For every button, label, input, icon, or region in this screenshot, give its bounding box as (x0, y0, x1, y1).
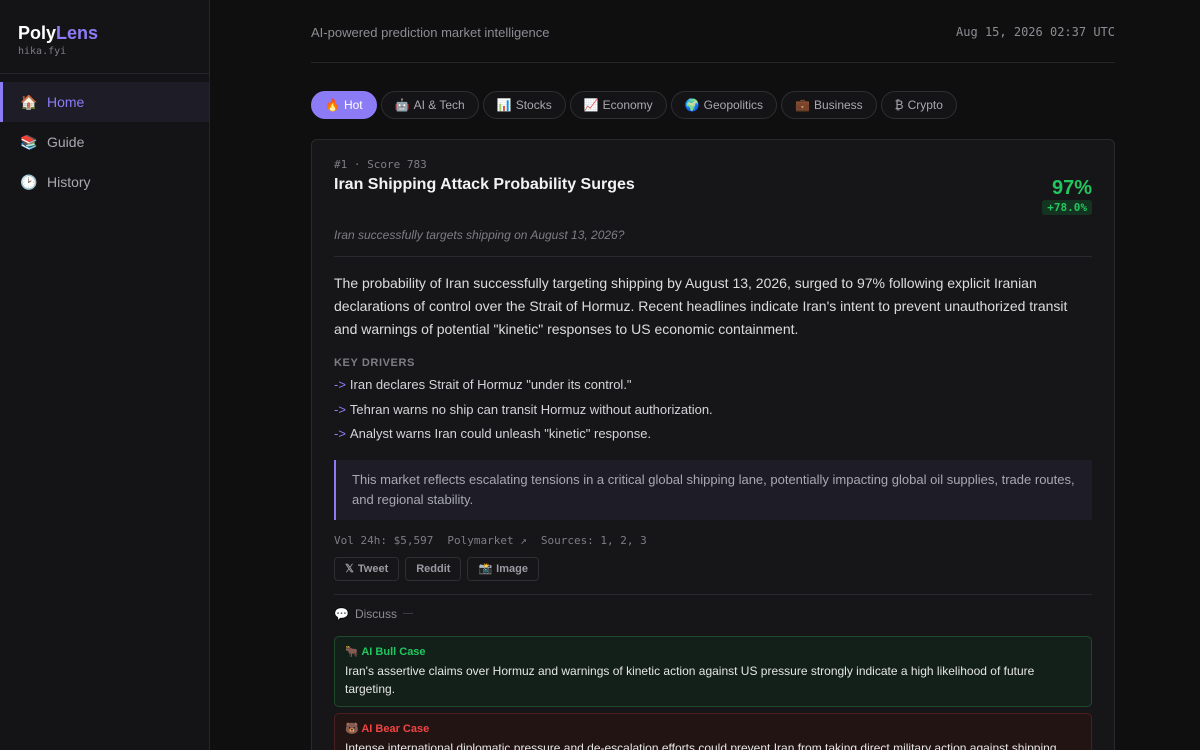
brand-logo[interactable]: PolyLens (18, 22, 191, 44)
arrow-icon: -> (334, 401, 346, 417)
tab-label: Hot (343, 98, 363, 112)
bull-case-title: 🐂 AI Bull Case (345, 645, 1081, 658)
tab-label: Stocks (515, 98, 552, 112)
brand-domain: hika.fyi (18, 46, 67, 57)
sidebar-item-history[interactable]: 🕑 History (0, 162, 209, 202)
bar-chart-icon: 📊 (496, 98, 512, 112)
brand-lens: Lens (56, 23, 99, 43)
market-summary: The probability of Iran successfully tar… (334, 275, 1068, 337)
trending-up-icon: 📈 (583, 98, 599, 112)
image-button[interactable]: 📸 Image (467, 556, 539, 581)
list-item: -> Iran declares Strait of Hormuz "under … (334, 373, 1092, 398)
sidebar-item-label: Home (47, 94, 85, 110)
context-quote: This market reflects escalating tensions… (334, 459, 1092, 520)
list-item: -> Tehran warns no ship can transit Hormu… (334, 398, 1092, 423)
button-label: Tweet (357, 562, 389, 575)
button-label: Image (496, 562, 528, 575)
tab-crypto[interactable]: ₿ Crypto (880, 91, 957, 119)
tab-label: Business (813, 98, 863, 112)
probability-delta-badge: +78.0% (1042, 200, 1092, 215)
bear-case-label: AI Bear Case (361, 722, 430, 735)
list-item: -> Analyst warns Iran could unleash "kine… (334, 422, 1092, 447)
sidebar-item-label: Guide (47, 134, 85, 150)
bull-icon: 🐂 (345, 645, 359, 658)
bull-case-panel: 🐂 AI Bull Case Iran's assertive claims o… (334, 635, 1092, 707)
driver-text: Iran declares Strait of Hormuz "under it… (349, 377, 632, 392)
sidebar-item-label: History (47, 174, 91, 190)
key-drivers-label: KEY DRIVERS (334, 357, 415, 369)
tab-label: Crypto (907, 98, 943, 112)
topbar: AI-powered prediction market intelligenc… (311, 0, 1115, 63)
volume-24h: Vol 24h: $5,597 (334, 533, 434, 547)
main-area: AI-powered prediction market intelligenc… (210, 0, 1200, 750)
brand-poly: Poly (18, 23, 57, 43)
tagline: AI-powered prediction market intelligenc… (311, 24, 550, 40)
sidebar: PolyLens hika.fyi 🏠 Home 📚 Guide 🕑 Histo… (0, 0, 210, 750)
sidebar-nav: 🏠 Home 📚 Guide 🕑 History (0, 74, 209, 202)
briefcase-icon: 💼 (795, 98, 810, 112)
tweet-button[interactable]: 𝕏 Tweet (334, 556, 400, 581)
home-icon: 🏠 (20, 93, 38, 110)
tab-label: Geopolitics (703, 98, 764, 112)
bitcoin-icon: ₿ (894, 98, 904, 112)
books-icon: 📚 (20, 133, 38, 150)
polymarket-link[interactable]: Polymarket ↗ (447, 534, 526, 547)
content: AI-powered prediction market intelligenc… (311, 0, 1115, 750)
tab-stocks[interactable]: 📊 Stocks (482, 91, 566, 119)
card-heading: #1 · Score 783 Iran Shipping Attack Prob… (334, 158, 635, 216)
tab-label: AI & Tech (413, 98, 465, 112)
key-drivers-list: -> Iran declares Strait of Hormuz "under … (334, 373, 1092, 447)
divider (402, 613, 413, 614)
clock-icon: 🕑 (20, 173, 38, 190)
sources-list[interactable]: Sources: 1, 2, 3 (541, 534, 647, 547)
tab-business[interactable]: 💼 Business (781, 91, 877, 119)
tab-economy[interactable]: 📈 Economy (569, 91, 667, 119)
market-question: Iran successfully targets shipping on Au… (334, 228, 1092, 257)
tab-ai-tech[interactable]: 🤖 AI & Tech (380, 91, 479, 119)
x-logo-icon: 𝕏 (345, 563, 354, 575)
bear-icon: 🐻 (345, 722, 359, 735)
bull-case-text: Iran's assertive claims over Hormuz and … (345, 663, 1035, 696)
brand: PolyLens hika.fyi (0, 0, 209, 74)
arrow-icon: -> (334, 377, 346, 392)
driver-text: Analyst warns Iran could unleash "kineti… (349, 426, 652, 441)
reddit-button[interactable]: Reddit (405, 556, 462, 581)
category-tabs: 🔥 Hot 🤖 AI & Tech 📊 Stocks 📈 Economy 🌍 Geopol… (311, 91, 1115, 119)
share-actions: 𝕏 Tweet Reddit 📸 Image (334, 556, 1092, 595)
bull-case-label: AI Bull Case (361, 645, 426, 658)
bear-case-panel: 🐻 AI Bear Case Intense international dip… (334, 712, 1092, 750)
sidebar-item-home[interactable]: 🏠 Home (0, 82, 209, 122)
probability-box: 97% +78.0% (1042, 178, 1092, 216)
fire-icon: 🔥 (325, 98, 340, 112)
app: PolyLens hika.fyi 🏠 Home 📚 Guide 🕑 Histo… (0, 0, 1200, 750)
speech-bubble-icon: 💬 (334, 606, 349, 621)
card-header: #1 · Score 783 Iran Shipping Attack Prob… (334, 158, 1092, 216)
driver-text: Tehran warns no ship can transit Hormuz … (349, 401, 713, 417)
rank-score: #1 · Score 783 (334, 158, 427, 171)
tab-label: Economy (602, 98, 653, 112)
arrow-icon: -> (334, 426, 346, 441)
tab-hot[interactable]: 🔥 Hot (311, 91, 377, 119)
tab-geopolitics[interactable]: 🌍 Geopolitics (670, 91, 778, 119)
timestamp: Aug 15, 2026 02:37 UTC (956, 25, 1115, 39)
robot-icon: 🤖 (394, 98, 410, 112)
globe-icon: 🌍 (684, 98, 700, 112)
probability-value: 97% (1051, 177, 1092, 199)
bear-case-text: Intense international diplomatic pressur… (345, 740, 1060, 750)
camera-icon: 📸 (478, 563, 493, 575)
market-card: #1 · Score 783 Iran Shipping Attack Prob… (311, 139, 1115, 750)
sidebar-item-guide[interactable]: 📚 Guide (0, 122, 209, 162)
button-label: Reddit (416, 562, 451, 575)
card-title[interactable]: Iran Shipping Attack Probability Surges (334, 176, 635, 194)
market-meta: Vol 24h: $5,597 Polymarket ↗ Sources: 1,… (334, 534, 1092, 547)
bear-case-title: 🐻 AI Bear Case (345, 722, 1081, 735)
discuss-label: Discuss (354, 606, 397, 621)
discuss-toggle[interactable]: 💬 Discuss (334, 607, 1092, 621)
